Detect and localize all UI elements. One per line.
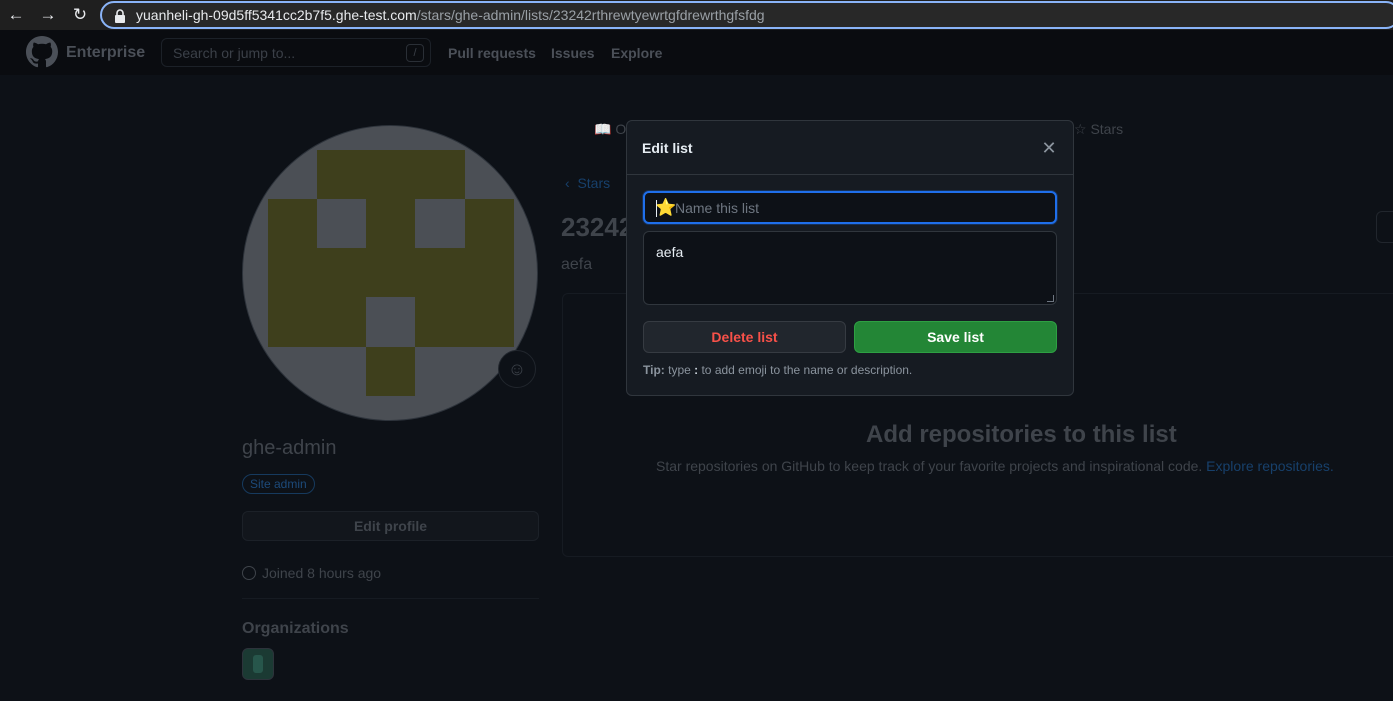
empty-state-description: Star repositories on GitHub to keep trac… [656,458,1203,474]
back-link-label: Stars [577,175,611,191]
url-host: yuanheli-gh-09d5ff5341cc2b7f5.ghe-test.c… [136,7,417,23]
star-emoji-icon: ⭐ [655,198,677,217]
avatar-pixel [317,297,366,347]
search-placeholder: Search or jump to... [173,45,296,61]
nav-pull-requests[interactable]: Pull requests [448,45,536,61]
tip-label: Tip: [643,363,665,377]
browser-toolbar: ← → ↻ yuanheli-gh-09d5ff5341cc2b7f5.ghe-… [0,0,1393,30]
avatar-pixel [317,248,465,297]
avatar-pixel [366,347,415,396]
reload-icon[interactable]: ↻ [70,5,90,25]
tab-overview[interactable]: 📖 O [594,121,626,138]
nav-explore[interactable]: Explore [611,45,662,61]
forward-arrow-icon[interactable]: → [38,5,58,25]
save-list-button[interactable]: Save list [854,321,1057,353]
back-to-stars-link[interactable]: ‹ Stars [565,175,610,191]
empty-state-text: Star repositories on GitHub to keep trac… [656,458,1334,474]
joined-info: Joined 8 hours ago [242,565,381,581]
avatar[interactable] [242,125,538,421]
avatar-pixel [465,199,514,347]
url-text: yuanheli-gh-09d5ff5341cc2b7f5.ghe-test.c… [136,7,765,23]
enterprise-brand[interactable]: Enterprise [66,44,145,62]
joined-text: Joined 8 hours ago [262,565,382,581]
organization-avatar[interactable] [242,648,274,680]
edit-list-dialog: Edit list ✕ ⭐ Name this list aefa Delete… [626,120,1074,396]
list-description: aefa [561,256,593,273]
organizations-heading: Organizations [242,620,349,637]
emoji-tip: Tip: type : to add emoji to the name or … [643,363,912,377]
avatar-pixel [268,199,317,347]
tab-stars-label: Stars [1090,121,1124,137]
list-description-textarea[interactable]: aefa [643,231,1057,305]
clock-icon [242,566,256,580]
site-header: Enterprise Search or jump to... / Pull r… [0,30,1393,75]
description-value: aefa [656,244,684,260]
delete-list-button[interactable]: Delete list [643,321,846,353]
profile-username: ghe-admin [242,437,337,459]
explore-repositories-link[interactable]: Explore repositories. [1206,458,1334,474]
list-name-input[interactable]: ⭐ Name this list [643,191,1057,224]
lock-icon [115,9,125,23]
tip-pre: type [664,363,695,377]
list-options-button[interactable] [1376,211,1393,243]
search-shortcut-key: / [406,44,424,62]
set-status-smiley-icon[interactable]: ☺ [498,350,536,388]
divider [242,598,539,599]
resize-grip-icon[interactable] [1047,295,1054,302]
nav-issues[interactable]: Issues [551,45,595,61]
tab-stars[interactable]: ☆ Stars [1074,121,1123,138]
url-path: /stars/ghe-admin/lists/23242rthrewtyewrt… [416,7,765,23]
tab-overview-label: O [615,121,627,137]
list-title: 23242 [561,212,634,242]
list-name-placeholder: Name this list [675,200,760,216]
edit-profile-button[interactable]: Edit profile [242,511,539,541]
search-input[interactable]: Search or jump to... / [161,38,431,67]
back-arrow-icon[interactable]: ← [6,5,26,25]
avatar-pixel [415,297,465,347]
site-admin-badge: Site admin [242,474,315,494]
text-caret [656,200,657,217]
dialog-header: Edit list ✕ [627,121,1073,175]
dialog-title: Edit list [642,140,693,156]
empty-state-title: Add repositories to this list [866,421,1177,448]
address-bar[interactable]: yuanheli-gh-09d5ff5341cc2b7f5.ghe-test.c… [100,1,1393,29]
avatar-pixel [317,150,465,199]
github-logo-icon[interactable] [26,36,58,68]
avatar-pixel [366,199,415,248]
close-icon[interactable]: ✕ [1039,138,1059,158]
tip-post: to add emoji to the name or description. [698,363,913,377]
